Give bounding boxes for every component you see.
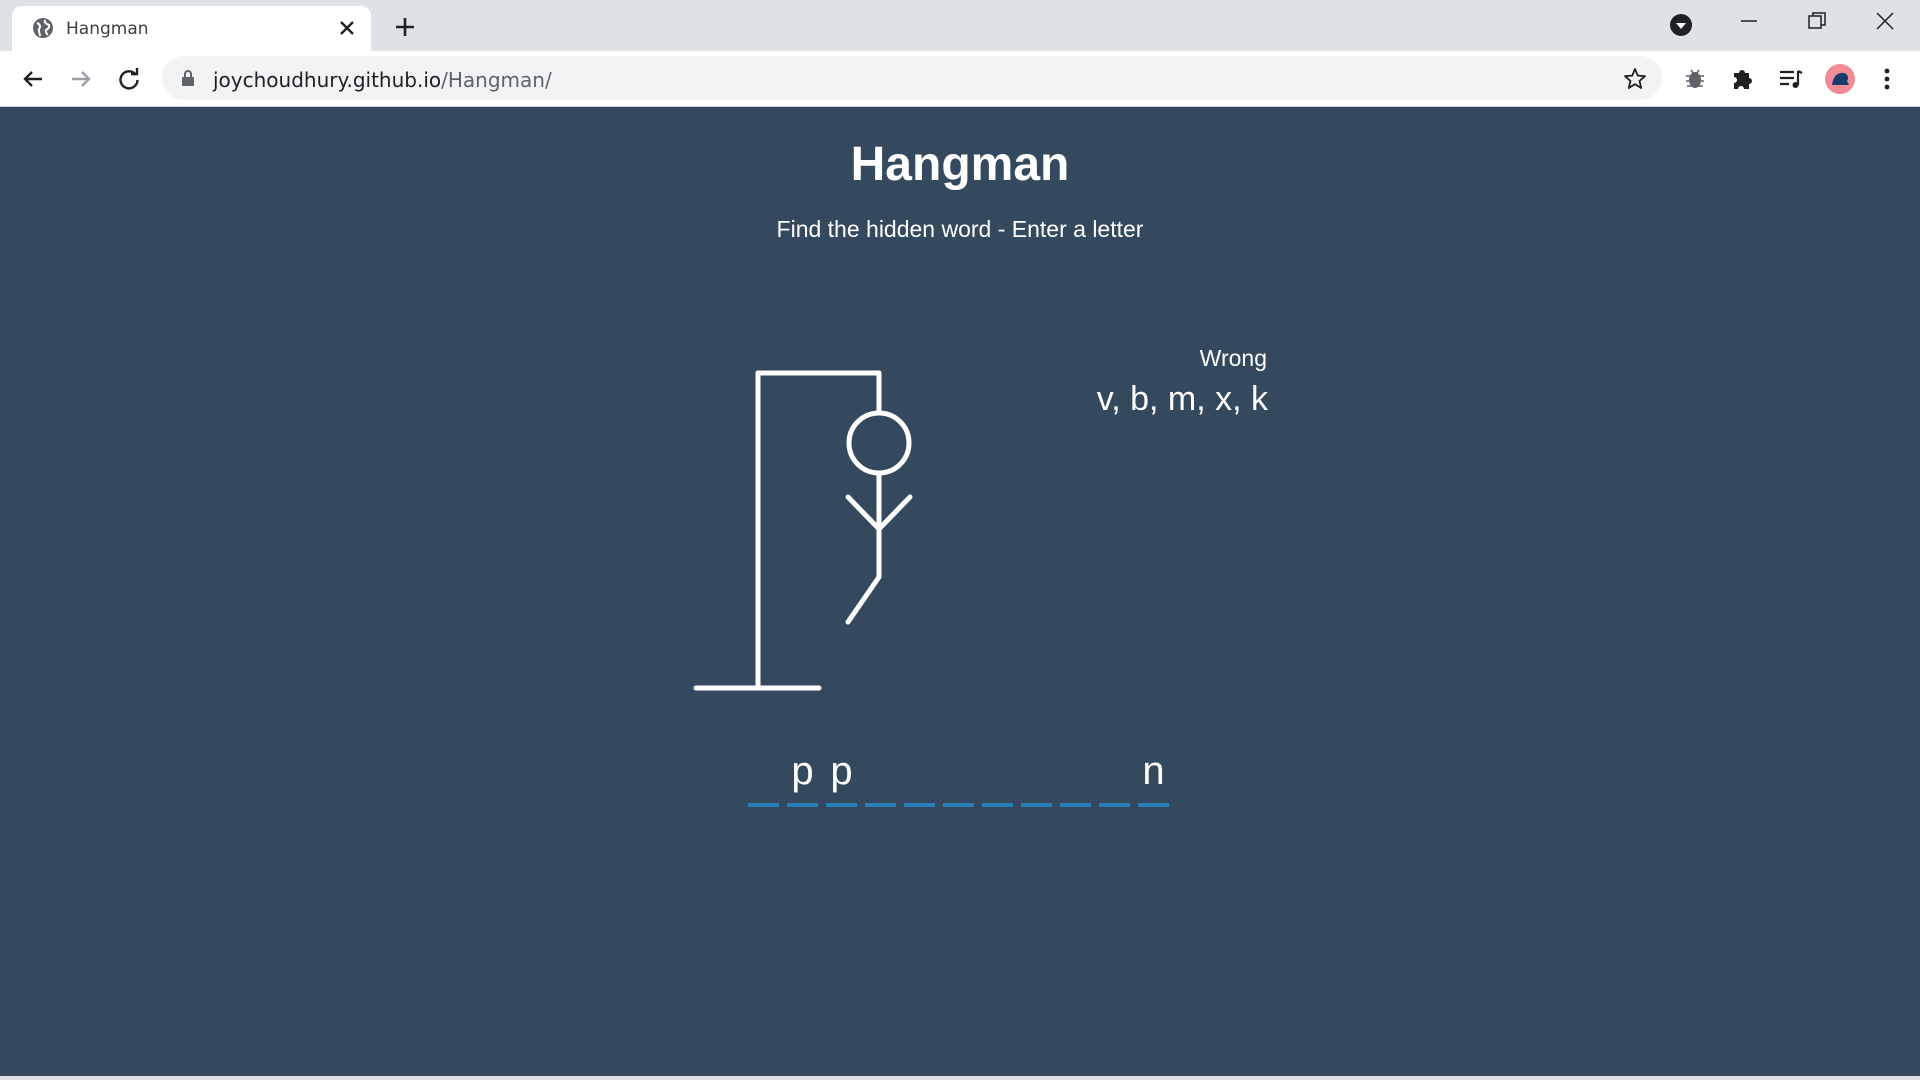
tab-strip: Hangman [0, 0, 1920, 51]
hangman-left-arm [845, 494, 882, 532]
letter-slot [1060, 747, 1091, 807]
wrong-letters-list: v, b, m, x, k [1096, 380, 1268, 418]
letter-underline [904, 803, 935, 807]
hangman-figure [693, 370, 913, 691]
wrong-letters-label: Wrong [1199, 345, 1267, 371]
url-host: joychoudhury.github.io [213, 68, 442, 92]
globe-icon [33, 18, 53, 38]
lock-icon[interactable] [180, 69, 196, 87]
bug-extension-icon[interactable] [1680, 64, 1710, 94]
letter-char: p [791, 749, 814, 793]
tab-search-icon[interactable] [1668, 12, 1694, 38]
letter-underline [943, 803, 974, 807]
letter-slot: p [787, 747, 818, 807]
browser-chrome: Hangman joychoudhury.github.io/Hangman/ [0, 0, 1920, 107]
more-menu-icon[interactable] [1872, 64, 1902, 94]
hangman-head [846, 410, 912, 476]
letter-slot [982, 747, 1013, 807]
letter-underline [1021, 803, 1052, 807]
media-queue-icon[interactable] [1776, 64, 1806, 94]
minimize-icon[interactable] [1738, 8, 1760, 34]
letter-slot [1021, 747, 1052, 807]
star-icon[interactable] [1622, 66, 1648, 92]
puzzle-extensions-icon[interactable] [1728, 64, 1758, 94]
hangman-right-arm [876, 494, 913, 532]
back-arrow-icon[interactable] [18, 64, 48, 94]
letter-slot [943, 747, 974, 807]
tab-hangman[interactable]: Hangman [12, 6, 371, 51]
page-content: Hangman Find the hidden word - Enter a l… [0, 107, 1920, 1080]
tab-title: Hangman [66, 19, 149, 39]
hangman-left-leg [845, 574, 882, 625]
letter-slot [904, 747, 935, 807]
plus-icon[interactable] [390, 12, 420, 42]
browser-toolbar: joychoudhury.github.io/Hangman/ [0, 51, 1920, 107]
letter-underline [787, 803, 818, 807]
profile-avatar-icon[interactable] [1824, 63, 1856, 95]
letter-char: p [830, 749, 853, 793]
restore-icon[interactable] [1804, 8, 1830, 34]
letter-underline [982, 803, 1013, 807]
window-bottom-edge [0, 1076, 1920, 1080]
letter-slot [1099, 747, 1130, 807]
letter-slot: p [826, 747, 857, 807]
window-close-icon[interactable] [1872, 8, 1898, 34]
close-icon[interactable] [336, 17, 358, 39]
address-bar[interactable]: joychoudhury.github.io/Hangman/ [162, 56, 1662, 100]
forward-arrow-icon[interactable] [66, 64, 96, 94]
page-title: Hangman [850, 138, 1070, 191]
letter-char: n [1142, 749, 1165, 793]
url-path: /Hangman/ [441, 68, 552, 92]
letter-underline [1060, 803, 1091, 807]
letter-underline [1138, 803, 1169, 807]
url-text[interactable]: joychoudhury.github.io/Hangman/ [213, 68, 552, 92]
reload-icon[interactable] [114, 64, 144, 94]
letter-slot: n [1138, 747, 1169, 807]
letter-underline [748, 803, 779, 807]
page-subtitle: Find the hidden word - Enter a letter [776, 216, 1144, 242]
letter-underline [826, 803, 857, 807]
letter-slot [748, 747, 779, 807]
letter-slot [865, 747, 896, 807]
letter-underline [1099, 803, 1130, 807]
letter-underline [865, 803, 896, 807]
